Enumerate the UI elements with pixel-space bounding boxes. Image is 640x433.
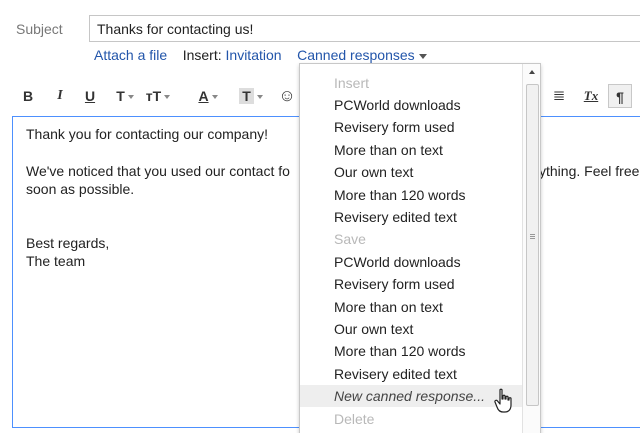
save-response-item[interactable]: Revisery form used [300,273,522,295]
scrollbar-thumb[interactable] [526,84,539,406]
chevron-down-icon [127,95,134,100]
text-color-button[interactable]: A [194,84,222,108]
text-color-icon: A [198,88,209,104]
subject-value: Thanks for contacting us! [97,21,254,37]
insert-label: Insert: [182,47,222,63]
insert-invitation-link[interactable]: Invitation [226,47,282,63]
font-icon: T [116,88,125,104]
save-response-item[interactable]: More than on text [300,296,522,318]
body-line: We've noticed that you used our contact … [26,163,290,179]
save-response-item[interactable]: PCWorld downloads [300,251,522,273]
body-line: The team [26,253,86,269]
body-line: soon as possible. [26,181,135,197]
font-size-icon: ᴛT [145,88,162,104]
save-response-item[interactable]: Revisery edited text [300,363,522,385]
insert-response-item[interactable]: Our own text [300,161,522,183]
align-button[interactable]: ≣ [548,84,570,108]
insert-response-item[interactable]: Revisery form used [300,116,522,138]
canned-responses-link[interactable]: Canned responses [297,47,427,63]
grip-line [530,238,535,239]
canned-responses-label: Canned responses [297,47,415,63]
canned-responses-menu: Insert PCWorld downloads Revisery form u… [299,63,541,433]
background-color-button[interactable]: T [234,84,268,108]
chevron-down-icon [211,95,218,100]
menu-header-save: Save [334,231,366,247]
emoji-button[interactable]: ☺ [276,84,298,108]
menu-scrollbar[interactable] [522,64,540,433]
font-button[interactable]: T [112,84,138,108]
scroll-up-arrow-icon[interactable] [529,70,535,74]
grip-line [530,236,535,237]
chevron-down-icon [418,53,427,59]
compose-links-row: Attach a file Insert: Invitation Canned … [94,47,427,63]
chevron-down-icon [164,95,171,100]
menu-header-insert: Insert [334,75,370,91]
clear-formatting-button[interactable]: Tx [580,84,602,108]
underline-button[interactable]: U [82,84,98,108]
new-canned-response-item[interactable]: New canned response... [300,385,522,407]
body-line: Best regards, [26,235,110,251]
body-line: Thank you for contacting our company! [26,126,269,142]
rtl-button[interactable]: ¶ [608,84,632,108]
insert-response-item[interactable]: PCWorld downloads [300,94,522,116]
body-line: ything. Feel free [539,163,640,179]
chevron-down-icon [256,95,263,100]
hand-cursor-icon [494,388,512,413]
insert-response-item[interactable]: More than on text [300,139,522,161]
subject-label: Subject [16,21,63,37]
save-response-item[interactable]: Our own text [300,318,522,340]
insert-response-item[interactable]: Revisery edited text [300,206,522,228]
font-size-button[interactable]: ᴛT [142,84,174,108]
background-color-icon: T [239,88,254,104]
italic-button[interactable]: I [52,84,68,108]
save-response-item[interactable]: More than 120 words [300,340,522,362]
bold-button[interactable]: B [20,84,36,108]
grip-line [530,234,535,235]
insert-response-item[interactable]: More than 120 words [300,184,522,206]
menu-header-delete: Delete [334,411,375,427]
subject-input[interactable]: Thanks for contacting us! [89,15,640,42]
attach-file-link[interactable]: Attach a file [94,47,167,63]
